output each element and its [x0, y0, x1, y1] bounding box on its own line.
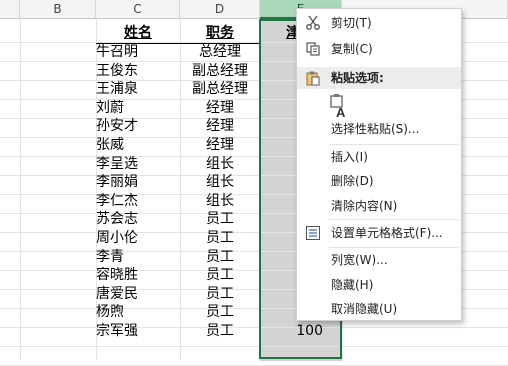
menu-label-column-width: 列宽(W)...: [331, 253, 388, 267]
menu-label-delete: 删除(D): [331, 174, 374, 188]
menu-item-delete[interactable]: 删除(D): [297, 170, 461, 192]
menu-label-paste-special: 选择性粘贴(S)...: [331, 122, 420, 136]
table-cell-name[interactable]: 宗军强: [96, 323, 180, 340]
table-cell-title[interactable]: 员工: [180, 249, 260, 266]
menu-label-clear-contents: 清除内容(N): [331, 199, 398, 213]
menu-item-hide[interactable]: 隐藏(H): [297, 274, 461, 296]
column-header-b[interactable]: B: [20, 0, 96, 19]
menu-label-unhide: 取消隐藏(U): [331, 302, 398, 316]
menu-separator: [329, 219, 459, 220]
menu-item-column-width[interactable]: 列宽(W)...: [297, 249, 461, 271]
row-gridline: [0, 346, 508, 347]
menu-label-insert: 插入(I): [331, 150, 368, 164]
table-cell-title[interactable]: 员工: [180, 230, 260, 247]
table-cell-title[interactable]: 经理: [180, 118, 260, 135]
menu-label-format-cells: 设置单元格格式(F)...: [331, 226, 443, 240]
menu-item-insert[interactable]: 插入(I): [297, 146, 461, 168]
table-cell-name[interactable]: 唐爱民: [96, 286, 180, 303]
table-cell-name[interactable]: 容晓胜: [96, 267, 180, 284]
menu-item-paste-special[interactable]: 选择性粘贴(S)...: [297, 118, 461, 140]
scissors-icon: [305, 15, 321, 31]
table-cell-title[interactable]: 员工: [180, 211, 260, 228]
table-cell-title[interactable]: 员工: [180, 267, 260, 284]
header-name-cell[interactable]: 姓名: [96, 25, 180, 42]
table-cell-title[interactable]: 员工: [180, 323, 260, 340]
copy-icon: [305, 41, 321, 57]
column-gridline: [20, 19, 21, 361]
table-cell-name[interactable]: 李呈选: [96, 156, 180, 173]
paste-options-header: 粘贴选项:: [297, 67, 461, 89]
header-title-cell[interactable]: 职务: [180, 25, 260, 42]
format-cells-icon: [305, 225, 321, 241]
table-cell-title[interactable]: 副总经理: [180, 81, 260, 98]
menu-item-copy[interactable]: 复制(C): [297, 38, 461, 60]
table-cell-name[interactable]: 刘蔚: [96, 100, 180, 117]
menu-item-cut[interactable]: 剪切(T): [297, 12, 461, 34]
table-cell-title[interactable]: 副总经理: [180, 63, 260, 80]
table-cell-name[interactable]: 张威: [96, 137, 180, 154]
table-cell-name[interactable]: 杨煦: [96, 304, 180, 321]
menu-label-paste-options: 粘贴选项:: [331, 71, 384, 85]
menu-separator: [329, 247, 459, 248]
table-cell-name[interactable]: 牛召明: [96, 44, 180, 61]
table-cell-name[interactable]: 孙安才: [96, 118, 180, 135]
paste-icon: [305, 70, 321, 93]
table-cell-title[interactable]: 组长: [180, 174, 260, 191]
table-cell-title[interactable]: 组长: [180, 156, 260, 173]
menu-separator: [329, 144, 459, 145]
column-header-d[interactable]: D: [180, 0, 260, 19]
column-header-c[interactable]: C: [96, 0, 180, 19]
menu-label-hide: 隐藏(H): [331, 278, 374, 292]
table-cell-name[interactable]: 苏会志: [96, 211, 180, 228]
menu-item-format-cells[interactable]: 设置单元格格式(F)...: [297, 222, 461, 244]
table-cell-title[interactable]: 员工: [180, 304, 260, 321]
table-cell-title[interactable]: 总经理: [180, 44, 260, 61]
table-cell-title[interactable]: 经理: [180, 100, 260, 117]
table-cell-name[interactable]: 周小伦: [96, 230, 180, 247]
table-cell-title[interactable]: 组长: [180, 193, 260, 210]
paste-values-icon: A: [330, 94, 346, 120]
menu-label-cut: 剪切(T): [331, 16, 372, 30]
menu-item-unhide[interactable]: 取消隐藏(U): [297, 298, 461, 320]
table-cell-name[interactable]: 李青: [96, 249, 180, 266]
context-menu: 剪切(T) 复制(C) 粘贴选项: A 选择性粘贴(S)... 插入(I) 删除…: [296, 8, 462, 321]
menu-item-clear-contents[interactable]: 清除内容(N): [297, 195, 461, 217]
table-cell-title[interactable]: 经理: [180, 137, 260, 154]
menu-label-copy: 复制(C): [331, 42, 373, 56]
svg-text:A: A: [336, 105, 346, 119]
table-cell-name[interactable]: 李仁杰: [96, 193, 180, 210]
paste-as-values-button[interactable]: A: [327, 93, 351, 120]
table-cell-name[interactable]: 李丽娟: [96, 174, 180, 191]
table-cell-name[interactable]: 王浦泉: [96, 81, 180, 98]
column-header-a[interactable]: [0, 0, 20, 19]
table-cell-name[interactable]: 王俊东: [96, 63, 180, 80]
table-cell-title[interactable]: 员工: [180, 286, 260, 303]
